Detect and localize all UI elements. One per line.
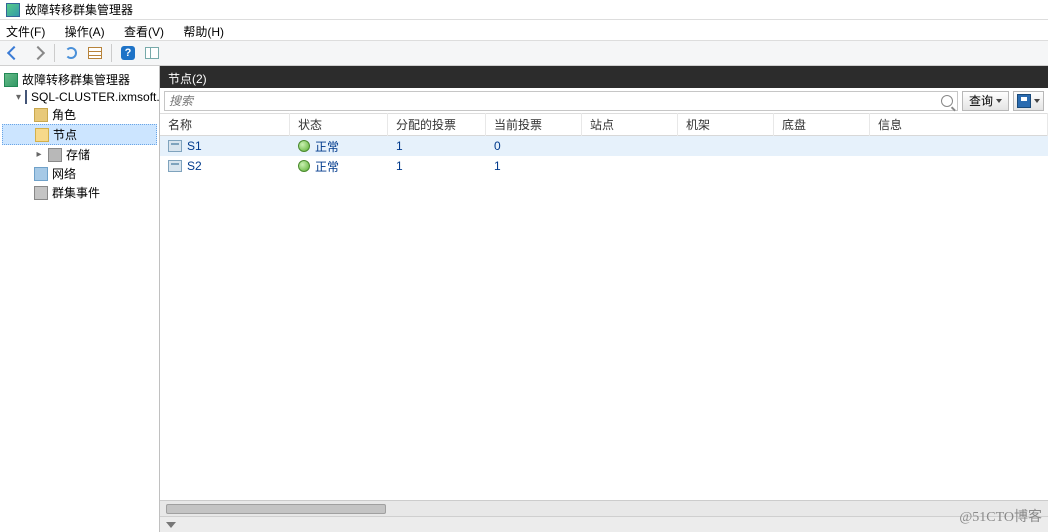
tree-cluster[interactable]: ▾ SQL-CLUSTER.ixmsoft.com: [2, 89, 157, 105]
cell-site: [582, 164, 678, 168]
content-title: 节点(2): [168, 72, 207, 86]
cell-chassis: [774, 164, 870, 168]
col-status[interactable]: 状态: [290, 113, 388, 136]
arrow-left-icon: [7, 46, 21, 60]
tree-root[interactable]: 故障转移群集管理器: [2, 70, 157, 89]
app-icon: [6, 3, 20, 17]
list-icon: [88, 47, 102, 59]
detail-expander[interactable]: [160, 516, 1048, 532]
separator: [111, 44, 112, 62]
cell-chassis: [774, 144, 870, 148]
search-icon[interactable]: [941, 95, 953, 107]
help-button[interactable]: ?: [118, 43, 138, 63]
status-ok-icon: [298, 160, 310, 172]
tree-networks-label: 网络: [52, 165, 76, 182]
tree-root-label: 故障转移群集管理器: [22, 71, 130, 88]
status-ok-icon: [298, 140, 310, 152]
events-icon: [34, 186, 48, 200]
grid-body: S1 正常 1 0 S2 正常 1 1: [160, 136, 1048, 500]
network-icon: [34, 167, 48, 181]
app-title: 故障转移群集管理器: [25, 1, 133, 18]
content-header: 节点(2): [160, 66, 1048, 88]
watermark: @51CTO博客: [959, 506, 1042, 526]
tree-events-label: 群集事件: [52, 184, 100, 201]
tree-nodes-label: 节点: [53, 126, 77, 143]
refresh-button[interactable]: [61, 43, 81, 63]
cell-assigned-vote: 1: [388, 157, 486, 175]
scrollbar-thumb[interactable]: [166, 504, 386, 514]
cell-name: S1: [187, 139, 202, 153]
tree-events[interactable]: 群集事件: [2, 183, 157, 202]
col-rack[interactable]: 机架: [678, 113, 774, 136]
chevron-down-icon: [166, 522, 176, 528]
panel-toggle-button[interactable]: [142, 43, 162, 63]
nodes-icon: [35, 128, 49, 142]
chevron-down-icon: [996, 99, 1002, 103]
search-input[interactable]: [169, 94, 941, 108]
col-info[interactable]: 信息: [870, 113, 1048, 136]
col-site[interactable]: 站点: [582, 113, 678, 136]
node-icon: [168, 140, 182, 152]
cluster-manager-icon: [4, 73, 18, 87]
toolbar: ?: [0, 40, 1048, 66]
tree-storage-label: 存储: [66, 146, 90, 163]
tree-storage[interactable]: ▸ 存储: [2, 145, 157, 164]
cell-rack: [678, 144, 774, 148]
caret-icon: ▸: [34, 149, 44, 160]
nav-back-button[interactable]: [4, 43, 24, 63]
tree-roles-label: 角色: [52, 106, 76, 123]
save-icon: [1017, 94, 1031, 108]
cell-site: [582, 144, 678, 148]
col-assigned-vote[interactable]: 分配的投票: [388, 113, 486, 136]
tree-nodes[interactable]: 节点: [2, 124, 157, 145]
table-row[interactable]: S2 正常 1 1: [160, 156, 1048, 176]
panel-icon: [145, 47, 159, 59]
query-button[interactable]: 查询: [962, 91, 1009, 111]
nav-tree: 故障转移群集管理器 ▾ SQL-CLUSTER.ixmsoft.com 角色 节…: [0, 66, 160, 532]
menu-view[interactable]: 查看(V): [124, 25, 164, 39]
searchbar: 查询: [160, 88, 1048, 114]
menubar: 文件(F) 操作(A) 查看(V) 帮助(H): [0, 20, 1048, 40]
main-area: 故障转移群集管理器 ▾ SQL-CLUSTER.ixmsoft.com 角色 节…: [0, 66, 1048, 532]
menu-file[interactable]: 文件(F): [6, 25, 45, 39]
cell-name: S2: [187, 159, 202, 173]
col-chassis[interactable]: 底盘: [774, 113, 870, 136]
tree-roles[interactable]: 角色: [2, 105, 157, 124]
view-list-button[interactable]: [85, 43, 105, 63]
searchbox[interactable]: [164, 91, 958, 111]
col-current-vote[interactable]: 当前投票: [486, 113, 582, 136]
menu-help[interactable]: 帮助(H): [183, 25, 224, 39]
cell-rack: [678, 164, 774, 168]
titlebar: 故障转移群集管理器: [0, 0, 1048, 20]
tree-cluster-label: SQL-CLUSTER.ixmsoft.com: [31, 90, 160, 104]
nav-forward-button[interactable]: [28, 43, 48, 63]
cell-status: 正常: [315, 138, 339, 155]
caret-icon: ▾: [16, 92, 21, 103]
roles-icon: [34, 108, 48, 122]
cell-current-vote: 0: [486, 137, 582, 155]
chevron-down-icon: [1034, 99, 1040, 103]
menu-action[interactable]: 操作(A): [65, 25, 105, 39]
node-icon: [168, 160, 182, 172]
refresh-icon: [65, 47, 77, 59]
tree-networks[interactable]: 网络: [2, 164, 157, 183]
save-button[interactable]: [1013, 91, 1044, 111]
query-label: 查询: [969, 92, 993, 109]
horizontal-scrollbar[interactable]: [160, 500, 1048, 516]
cell-assigned-vote: 1: [388, 137, 486, 155]
separator: [54, 44, 55, 62]
col-name[interactable]: 名称: [160, 113, 290, 136]
help-icon: ?: [121, 46, 135, 60]
server-icon: [25, 90, 27, 104]
cell-current-vote: 1: [486, 157, 582, 175]
cell-status: 正常: [315, 158, 339, 175]
content-pane: 节点(2) 查询 名称 状态 分配的投票 当前投票 站点 机架 底盘 信: [160, 66, 1048, 532]
storage-icon: [48, 148, 62, 162]
grid-header: 名称 状态 分配的投票 当前投票 站点 机架 底盘 信息: [160, 114, 1048, 136]
table-row[interactable]: S1 正常 1 0: [160, 136, 1048, 156]
arrow-right-icon: [31, 46, 45, 60]
